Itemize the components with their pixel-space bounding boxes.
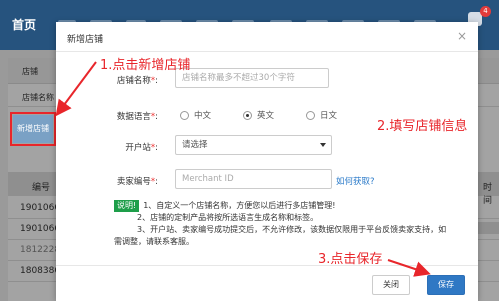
- step1-annotation: 1.点击新增店铺: [100, 58, 191, 73]
- table-header-number: 编号: [32, 183, 51, 193]
- caret-down-icon: [320, 143, 326, 147]
- seller-id-label-text: 卖家编号: [116, 177, 151, 187]
- close-icon[interactable]: ×: [456, 30, 468, 42]
- note-line: 1、自定义一个店铺名称，方便您以后进行多店铺管理!: [143, 201, 336, 210]
- step3-annotation: 3.点击保存: [318, 252, 383, 267]
- notification-badge: 4: [480, 6, 491, 17]
- radio-icon: [180, 110, 189, 120]
- store-name-label-text: 店铺名称: [116, 76, 151, 86]
- seller-id-input[interactable]: Merchant ID: [175, 169, 332, 189]
- language-label: 数据语言*:: [116, 112, 158, 122]
- language-radio-english[interactable]: 英文: [243, 109, 274, 121]
- highlight-box: [10, 112, 56, 146]
- note-tag: 说明!: [114, 200, 140, 212]
- marketplace-select[interactable]: 请选择: [175, 135, 332, 155]
- close-button[interactable]: 关闭: [372, 275, 410, 295]
- store-name-label: 店铺名称: [22, 93, 54, 102]
- how-to-get-link[interactable]: 如何获取?: [336, 175, 375, 187]
- nav-home-link[interactable]: 首页: [12, 16, 36, 33]
- note-line: 需调整，请联系客服。: [114, 237, 194, 246]
- store-name-input[interactable]: 店铺名称最多不超过30个字符: [175, 68, 329, 88]
- required-marker: *: [150, 143, 156, 153]
- store-name-label: 店铺名称*:: [116, 76, 158, 86]
- radio-checked-icon: [243, 110, 252, 120]
- step2-annotation: 2.填写店铺信息: [377, 119, 468, 134]
- dialog-header: 新增店铺 ×: [56, 22, 478, 52]
- radio-icon: [306, 110, 315, 120]
- marketplace-label-text: 开户站: [125, 143, 151, 153]
- save-button[interactable]: 保存: [427, 275, 465, 295]
- dialog-title: 新增店铺: [67, 35, 104, 45]
- note-line: 3、开户站、卖家编号成功提交后，不允许修改，该数据仅限用于平台反馈卖家支持，如: [137, 225, 447, 234]
- dialog-footer: 关闭 保存: [56, 265, 478, 301]
- required-marker: *: [150, 177, 156, 187]
- required-marker: *: [150, 112, 156, 122]
- note-line: 2、店铺的定制产品将按所选语言生成名称和标签。: [137, 213, 319, 222]
- required-marker: *: [150, 76, 156, 86]
- language-label-text: 数据语言: [116, 112, 151, 122]
- language-radio-chinese[interactable]: 中文: [180, 109, 211, 121]
- language-radio-japanese[interactable]: 日文: [306, 109, 337, 121]
- marketplace-label: 开户站*:: [125, 143, 158, 153]
- radio-label: 英文: [257, 111, 275, 121]
- radio-label: 日文: [320, 111, 338, 121]
- seller-id-label: 卖家编号*:: [116, 177, 158, 187]
- radio-label: 中文: [194, 111, 212, 121]
- store-section-label: 店铺: [22, 67, 38, 76]
- marketplace-selected-value: 请选择: [182, 140, 208, 150]
- note-section: 说明! 1、自定义一个店铺名称，方便您以后进行多店铺管理! 2、店铺的定制产品将按…: [114, 200, 464, 248]
